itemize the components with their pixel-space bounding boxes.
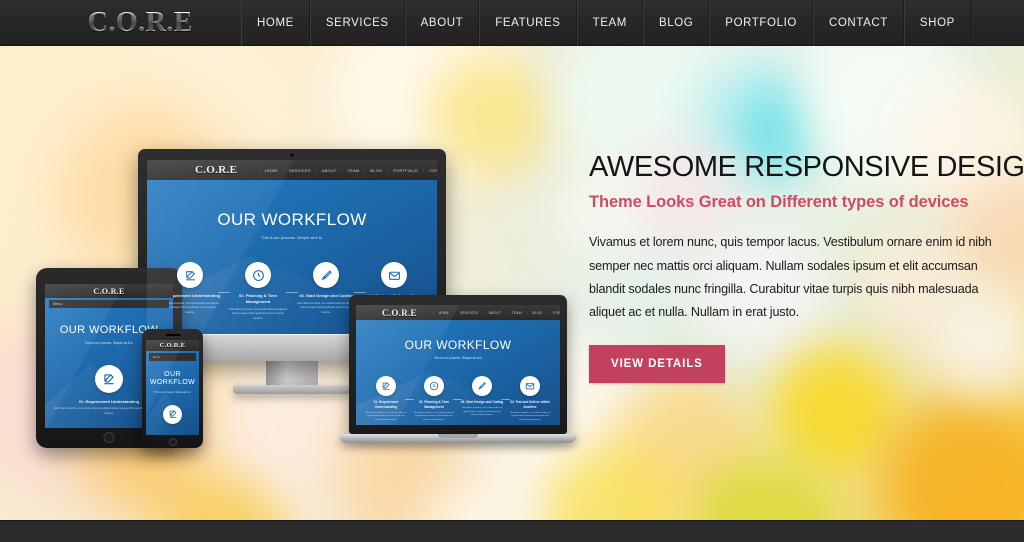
workflow-step-name: 02. Planning & Time Management — [418, 400, 450, 409]
mockup-nav-item: ABOUT — [315, 167, 342, 173]
workflow-step: 01. Requirement Understanding Nam libero… — [364, 376, 414, 423]
site-header: C.O.R.E HOME SERVICES ABOUT FEATURES TEA… — [0, 0, 1024, 46]
workflow-subtitle: This is our process. Simple as it is. — [154, 390, 191, 394]
brush-icon — [313, 262, 339, 288]
nav-item-shop[interactable]: SHOP — [903, 0, 971, 46]
workflow-step-desc: Nam libero tempore, cum soluta nobis est… — [297, 302, 355, 314]
main-navigation: HOME SERVICES ABOUT FEATURES TEAM BLOG P… — [241, 0, 971, 46]
clock-icon — [245, 262, 271, 288]
brand-logo[interactable]: C.O.R.E — [0, 0, 193, 45]
edit-icon — [95, 365, 123, 394]
monitor-stand-base — [233, 385, 351, 394]
monitor-stand-neck — [266, 361, 318, 385]
mockup-nav-item: CONTACT — [423, 167, 437, 173]
mockup-nav-item: SERVICES — [282, 167, 316, 173]
site-footer — [0, 520, 1024, 542]
workflow-step-desc: Nam libero tempore, cum soluta nobis est… — [509, 411, 551, 422]
workflow-step: 03. Start Design and Coding Nam libero t… — [295, 262, 366, 321]
home-button-icon — [103, 432, 115, 443]
mockup-nav-item: SERVICES — [454, 310, 483, 315]
workflow-step-name: 03. Start Design and Coding — [299, 293, 353, 298]
workflow-title: OUR WORKFLOW — [149, 371, 196, 387]
mockup-nav-item: PORTFOLIO — [547, 310, 560, 315]
mail-icon — [520, 376, 540, 396]
nav-item-home[interactable]: HOME — [241, 0, 310, 46]
workflow-title: OUR WORKFLOW — [404, 338, 512, 352]
mockup-nav-item: ABOUT — [482, 310, 506, 315]
workflow-subtitle: This is our process. Simple as it is. — [261, 235, 323, 240]
mockup-nav-item: HOME — [432, 310, 454, 315]
mockup-logo: C.O.R.E — [93, 286, 125, 296]
hero-subtitle: Theme Looks Great on Different types of … — [589, 193, 969, 212]
workflow-step-desc: Nam libero tempore, cum soluta nobis est… — [229, 308, 287, 320]
workflow-title: OUR WORKFLOW — [217, 210, 367, 229]
workflow-step: 03. Start Design and Coding Nam libero t… — [460, 376, 510, 423]
hero-content: AWESOME RESPONSIVE DESIGN Theme Looks Gr… — [589, 151, 1024, 384]
edit-icon — [163, 404, 182, 424]
workflow-step-name: 03. Start Design and Coding — [460, 400, 504, 404]
hero-title: AWESOME RESPONSIVE DESIGN — [589, 151, 1024, 183]
workflow-step: 02. Planning & Time Management Nam liber… — [227, 262, 298, 321]
home-button-icon — [168, 438, 177, 446]
laptop-base — [339, 434, 577, 443]
mockup-nav-item: TEAM — [505, 310, 527, 315]
nav-item-team[interactable]: TEAM — [576, 0, 643, 46]
mockup-menu-button: Menu — [149, 353, 196, 361]
mockup-logo: C.O.R.E — [382, 307, 417, 318]
page-root: C.O.R.E HOME SERVICES ABOUT FEATURES TEA… — [0, 0, 1024, 542]
brand-logo-text: C.O.R.E — [87, 6, 193, 38]
clock-icon — [424, 376, 444, 396]
workflow-step: 02. Planning & Time Management Nam liber… — [412, 376, 462, 423]
mockup-nav-item: TEAM — [341, 167, 365, 173]
workflow-step-desc: Nam libero tempore, cum soluta nobis est… — [413, 411, 455, 422]
laptop-notch — [438, 434, 478, 438]
mockup-logo: C.O.R.E — [195, 164, 238, 176]
mockup-nav-item: PORTFOLIO — [387, 167, 423, 173]
laptop-mockup: C.O.R.E HOME SERVICES ABOUT TEAM BLOG PO… — [339, 295, 577, 443]
brush-icon — [472, 376, 492, 396]
mockup-nav-item: BLOG — [364, 167, 387, 173]
speaker-icon — [165, 334, 180, 336]
mockup-menu-button: Menu — [49, 300, 169, 308]
mockup-logo: C.O.R.E — [159, 342, 186, 349]
device-mockups: C.O.R.E HOME SERVICES ABOUT TEAM BLOG PO… — [0, 46, 600, 520]
mail-icon — [381, 262, 407, 288]
nav-item-services[interactable]: SERVICES — [309, 0, 405, 46]
edit-icon — [376, 376, 396, 396]
workflow-step: 04. Test and Deliver within deadline Nam… — [508, 376, 552, 423]
edit-icon — [177, 262, 203, 288]
nav-item-portfolio[interactable]: PORTFOLIO — [709, 0, 813, 46]
nav-item-about[interactable]: ABOUT — [404, 0, 480, 46]
workflow-step-desc: Nam libero tempore, cum soluta nobis est… — [365, 411, 407, 422]
nav-item-features[interactable]: FEATURES — [479, 0, 577, 46]
view-details-button[interactable]: VIEW DETAILS — [589, 345, 725, 384]
workflow-step-desc: Nam libero tempore, cum soluta nobis est… — [461, 406, 503, 417]
webcam-icon — [290, 153, 294, 157]
mockup-nav-item: BLOG — [526, 310, 548, 315]
workflow-step-name: 01. Requirement Understanding — [373, 400, 399, 409]
hero-section: C.O.R.E HOME SERVICES ABOUT TEAM BLOG PO… — [0, 46, 1024, 520]
nav-item-contact[interactable]: CONTACT — [812, 0, 904, 46]
mockup-nav-item: HOME — [259, 167, 283, 173]
phone-mockup: C.O.R.E Menu OUR WORKFLOW This is our pr… — [142, 329, 203, 448]
nav-item-blog[interactable]: BLOG — [642, 0, 710, 46]
workflow-step-name: 02. Planning & Time Management — [239, 293, 277, 304]
workflow-step-name: 04. Test and Deliver within deadline — [510, 400, 550, 409]
workflow-subtitle: This is our process. Simple as it is. — [433, 356, 483, 360]
hero-paragraph: Vivamus et lorem nunc, quis tempor lacus… — [589, 235, 992, 320]
